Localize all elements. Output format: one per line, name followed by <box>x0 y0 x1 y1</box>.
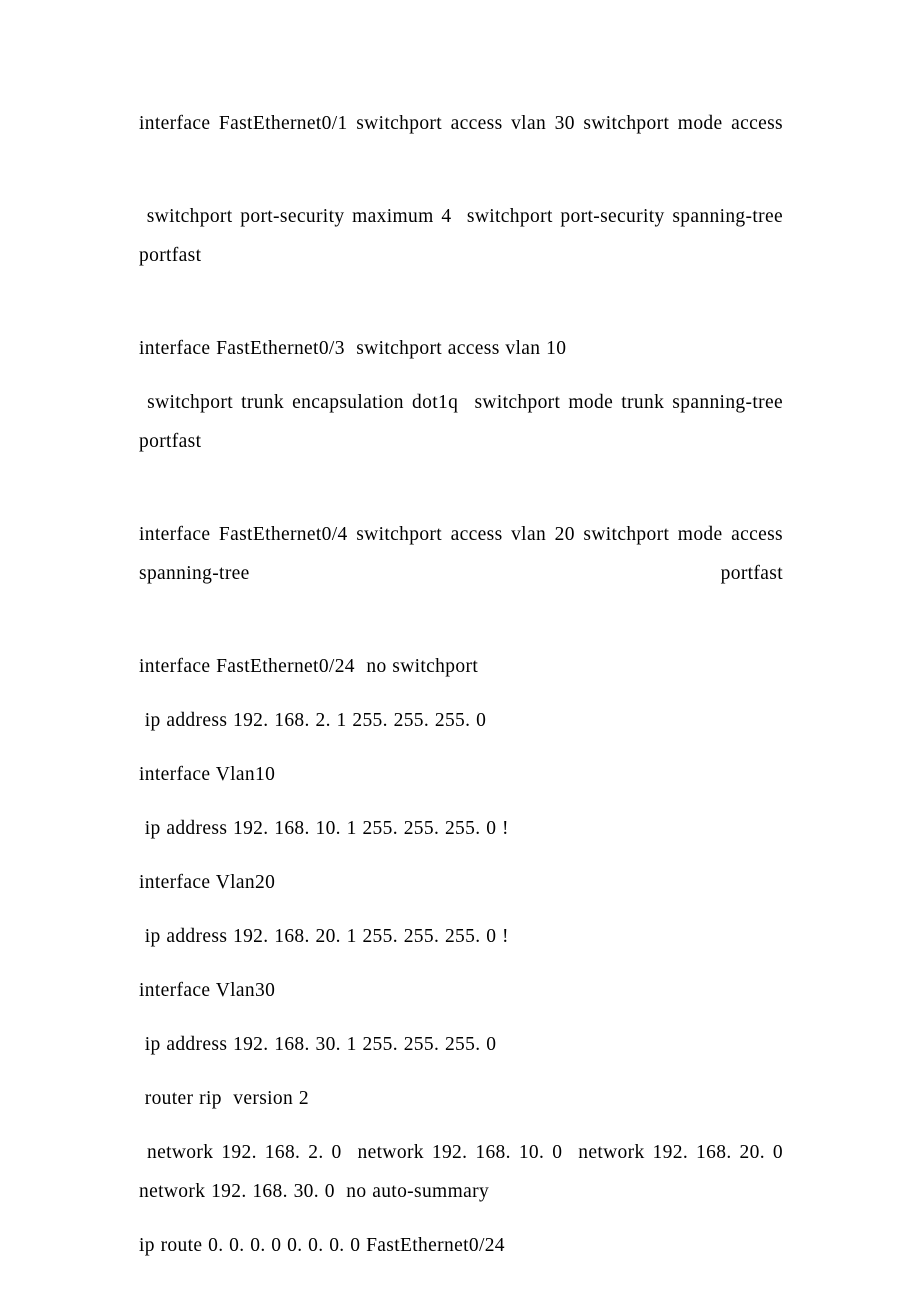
static-default-route-block: ip route 0. 0. 0. 0 0. 0. 0. 0 FastEther… <box>139 1235 505 1256</box>
interface-vlan20-block: interface Vlan20 <box>139 872 276 893</box>
ip-address-192-168-10-1-block: ip address 192. 168. 10. 1 255. 255. 255… <box>139 818 509 839</box>
interface-vlan30-block: interface Vlan30 <box>139 980 276 1001</box>
router-rip-block: router rip version 2 <box>139 1088 309 1109</box>
document-page: interface FastEthernet0/1 switchport acc… <box>0 0 920 1302</box>
interface-vlan10-block: interface Vlan10 <box>139 764 276 785</box>
interface-fastethernet0-4-block: interface FastEthernet0/4 switchport acc… <box>139 524 795 584</box>
interface-fastethernet0-1-block: interface FastEthernet0/1 switchport acc… <box>139 113 783 134</box>
port-security-block: switchport port-security maximum 4 switc… <box>139 206 789 266</box>
interface-fastethernet0-24-block: interface FastEthernet0/24 no switchport <box>139 656 479 677</box>
switchport-trunk-block: switchport trunk encapsulation dot1q swi… <box>139 392 789 452</box>
ip-address-192-168-30-1-block: ip address 192. 168. 30. 1 255. 255. 255… <box>139 1034 497 1055</box>
interface-fastethernet0-3-block: interface FastEthernet0/3 switchport acc… <box>139 338 567 359</box>
ip-address-192-168-2-1-block: ip address 192. 168. 2. 1 255. 255. 255.… <box>139 710 487 731</box>
document-text-body: interface FastEthernet0/1 switchport acc… <box>139 104 783 1265</box>
rip-network-statements-block: network 192. 168. 2. 0 network 192. 168.… <box>139 1142 795 1202</box>
ip-address-192-168-20-1-block: ip address 192. 168. 20. 1 255. 255. 255… <box>139 926 509 947</box>
